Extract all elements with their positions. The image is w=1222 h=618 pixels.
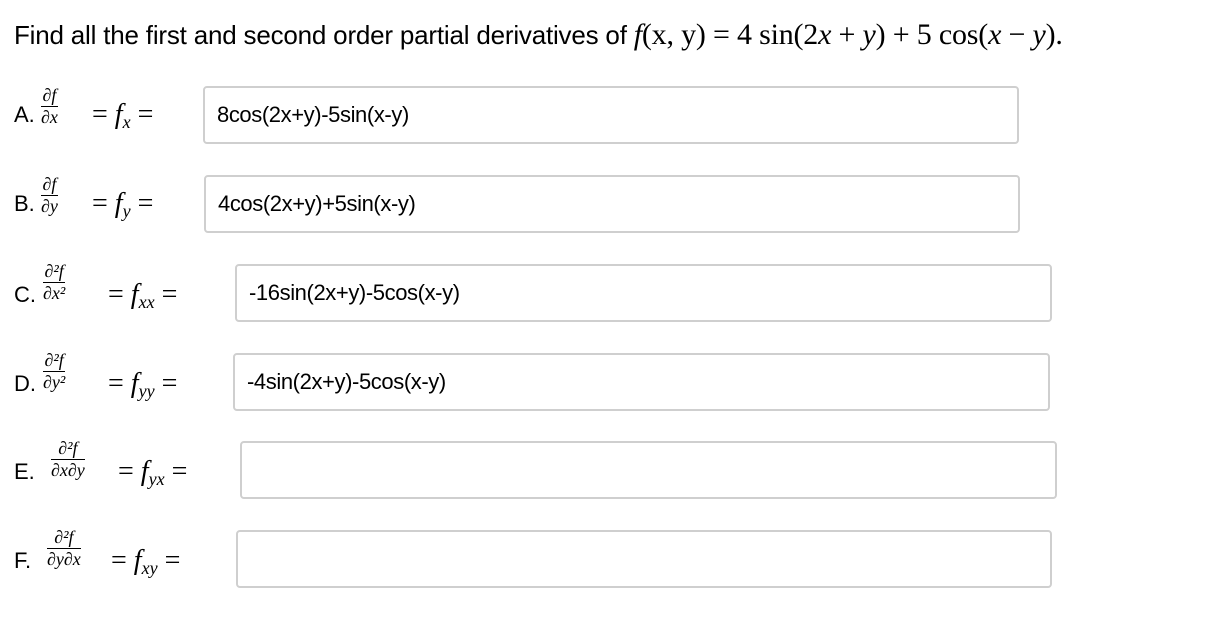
part-c-numerator: ∂²f (44, 261, 64, 281)
part-a-denominator: ∂x (41, 107, 58, 127)
part-b-denominator: ∂y (41, 196, 58, 216)
part-d-numerator: ∂²f (44, 350, 64, 370)
part-d-letter: D. (14, 371, 36, 396)
part-e-numerator: ∂²f (58, 438, 78, 458)
part-b-numerator: ∂f (42, 174, 57, 194)
part-a-answer-input[interactable]: 8cos(2x+y)-5sin(x-y) (203, 86, 1019, 144)
part-e-denominator: ∂x∂y (51, 460, 85, 480)
part-e-notation: = fyx = (118, 456, 188, 490)
function-expression: f(x, y) = 4 sin(2x + y) + 5 cos(x − y). (633, 18, 1063, 51)
part-a-notation: = fx = (92, 99, 154, 133)
part-f-denominator: ∂y∂x (47, 549, 81, 569)
part-f-notation: = fxy = (111, 545, 181, 579)
part-e-answer-input[interactable] (240, 441, 1057, 499)
part-f-letter: F. (14, 548, 32, 573)
part-d-notation: = fyy = (108, 368, 178, 402)
part-e-derivative-fraction: ∂²f ∂x∂y (51, 439, 85, 480)
part-d-derivative-fraction: ∂²f ∂y² (43, 350, 66, 392)
part-c-derivative-fraction: ∂²f ∂x² (43, 261, 66, 303)
part-f-derivative-fraction: ∂²f ∂y∂x (47, 528, 81, 569)
part-c-notation: = fxx = (108, 279, 178, 313)
part-f-numerator: ∂²f (54, 527, 74, 547)
part-f-answer-input[interactable] (236, 530, 1052, 588)
part-a-derivative-fraction: ∂f ∂x (41, 86, 58, 127)
question-prefix: Find all the first and second order part… (14, 20, 627, 50)
question-text: Find all the first and second order part… (14, 18, 1063, 52)
part-c-denominator: ∂x² (43, 283, 66, 303)
part-d-denominator: ∂y² (43, 372, 66, 392)
part-c-answer-input[interactable]: -16sin(2x+y)-5cos(x-y) (235, 264, 1052, 322)
part-e-letter: E. (14, 459, 35, 484)
part-b-derivative-fraction: ∂f ∂y (41, 175, 58, 216)
part-b-letter: B. (14, 191, 35, 216)
part-a-letter: A. (14, 102, 35, 127)
part-c-letter: C. (14, 282, 36, 307)
part-a-numerator: ∂f (42, 85, 57, 105)
part-d-answer-input[interactable]: -4sin(2x+y)-5cos(x-y) (233, 353, 1050, 411)
part-b-notation: = fy = (92, 188, 154, 222)
part-b-answer-input[interactable]: 4cos(2x+y)+5sin(x-y) (204, 175, 1020, 233)
